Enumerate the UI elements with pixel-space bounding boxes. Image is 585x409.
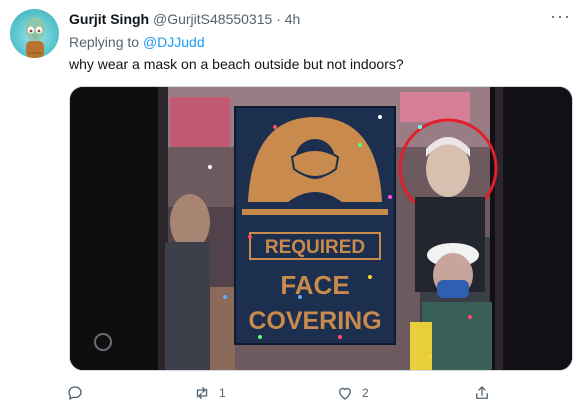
replying-to: Replying to @DJJudd bbox=[69, 33, 205, 51]
tweet-text: why wear a mask on a beach outside but n… bbox=[69, 56, 404, 72]
face-covering-sign: REQUIRED FACE COVERING bbox=[234, 106, 396, 345]
heart-icon bbox=[339, 387, 351, 400]
author-name[interactable]: Gurjit Singh bbox=[69, 11, 149, 27]
author-handle[interactable]: @GurjitS48550315 bbox=[153, 11, 272, 27]
share-icon bbox=[476, 386, 488, 399]
tweet-timestamp[interactable]: 4h bbox=[285, 11, 301, 27]
mention-link[interactable]: @DJJudd bbox=[143, 34, 205, 50]
tweet[interactable]: Gurjit Singh @GurjitS48550315 · 4h ··· R… bbox=[0, 0, 585, 409]
reply-icon bbox=[68, 386, 82, 400]
separator-dot: · bbox=[276, 11, 281, 27]
like-count: 2 bbox=[362, 386, 369, 400]
reply-button[interactable] bbox=[66, 381, 92, 405]
more-dots-icon: ··· bbox=[550, 6, 571, 26]
more-options-button[interactable]: ··· bbox=[550, 6, 571, 27]
store-window-photo: REQUIRED FACE COVERING bbox=[70, 87, 572, 370]
tweet-header: Gurjit Singh @GurjitS48550315 · 4h bbox=[69, 10, 300, 28]
squidward-avatar-icon bbox=[25, 17, 45, 58]
retweet-count: 1 bbox=[219, 386, 226, 400]
retweet-icon bbox=[196, 387, 208, 399]
like-button[interactable]: 2 bbox=[336, 381, 369, 405]
tweet-actions: 1 2 bbox=[60, 381, 510, 405]
replying-to-label: Replying to bbox=[69, 34, 140, 50]
sign-line-face: FACE bbox=[280, 270, 349, 300]
sign-line-covering: COVERING bbox=[248, 307, 381, 335]
retweet-button[interactable]: 1 bbox=[193, 381, 226, 405]
tweet-media-photo[interactable]: REQUIRED FACE COVERING bbox=[69, 86, 573, 371]
share-button[interactable] bbox=[473, 381, 491, 405]
avatar[interactable] bbox=[10, 9, 59, 58]
sign-line-required: REQUIRED bbox=[265, 237, 365, 258]
